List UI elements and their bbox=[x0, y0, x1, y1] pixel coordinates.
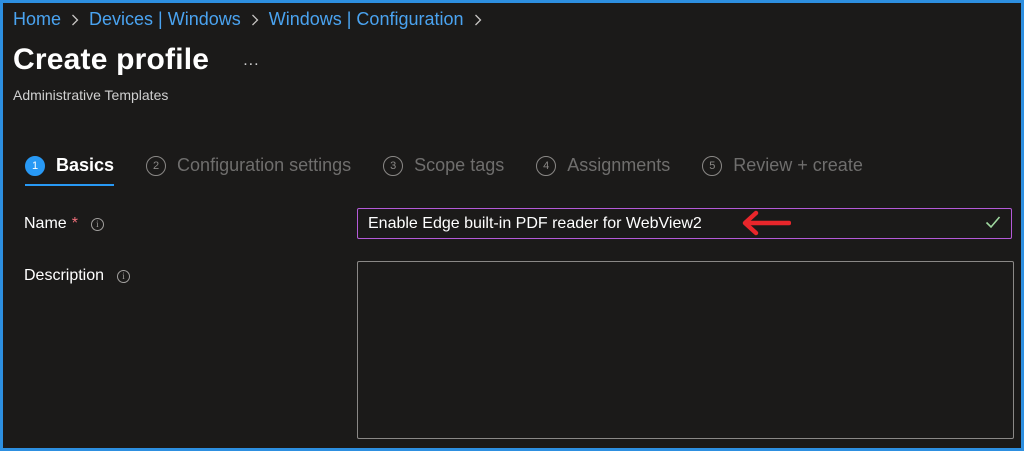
chevron-right-icon bbox=[251, 14, 259, 26]
chevron-right-icon bbox=[474, 14, 482, 26]
name-field-label: Name * i bbox=[24, 215, 104, 233]
step-configuration-settings[interactable]: 2 Configuration settings bbox=[146, 155, 351, 176]
step-assignments[interactable]: 4 Assignments bbox=[536, 155, 670, 176]
step-number-badge: 3 bbox=[383, 155, 404, 176]
required-marker: * bbox=[71, 215, 78, 232]
breadcrumb-home[interactable]: Home bbox=[13, 9, 61, 30]
description-field-label: Description i bbox=[24, 267, 131, 285]
step-label: Review + create bbox=[733, 155, 863, 175]
step-review-create[interactable]: 5 Review + create bbox=[702, 155, 863, 176]
step-label: Assignments bbox=[567, 155, 671, 175]
name-input[interactable]: Enable Edge built-in PDF reader for WebV… bbox=[357, 208, 1012, 239]
info-icon[interactable]: i bbox=[90, 217, 104, 231]
step-number-badge: 1 bbox=[25, 155, 45, 176]
step-label: Basics bbox=[56, 155, 115, 175]
step-number-badge: 4 bbox=[536, 155, 557, 176]
description-label-text: Description bbox=[24, 267, 105, 284]
checkmark-icon bbox=[985, 215, 1001, 234]
name-label-text: Name bbox=[24, 215, 67, 232]
page-subtitle: Administrative Templates bbox=[13, 87, 169, 103]
name-input-value[interactable]: Enable Edge built-in PDF reader for WebV… bbox=[368, 215, 702, 233]
more-options-button[interactable]: ... bbox=[243, 52, 259, 70]
step-label: Configuration settings bbox=[177, 155, 352, 175]
step-number-badge: 5 bbox=[702, 155, 723, 176]
wizard-steps: 1 Basics 2 Configuration settings 3 Scop… bbox=[25, 155, 863, 186]
step-label: Scope tags bbox=[414, 155, 505, 175]
step-basics[interactable]: 1 Basics bbox=[25, 155, 115, 186]
title-row: Create profile ... bbox=[13, 43, 260, 77]
window-frame: Home Devices | Windows Windows | Configu… bbox=[0, 0, 1024, 451]
chevron-right-icon bbox=[71, 14, 79, 26]
annotation-arrow-icon bbox=[741, 210, 792, 241]
description-textarea[interactable] bbox=[357, 261, 1014, 439]
info-icon[interactable]: i bbox=[117, 269, 131, 283]
breadcrumb-devices-windows[interactable]: Devices | Windows bbox=[89, 9, 241, 30]
breadcrumb-windows-configuration[interactable]: Windows | Configuration bbox=[269, 9, 464, 30]
breadcrumb: Home Devices | Windows Windows | Configu… bbox=[13, 9, 492, 30]
step-scope-tags[interactable]: 3 Scope tags bbox=[383, 155, 504, 176]
page-title: Create profile bbox=[13, 43, 210, 76]
step-number-badge: 2 bbox=[146, 155, 167, 176]
